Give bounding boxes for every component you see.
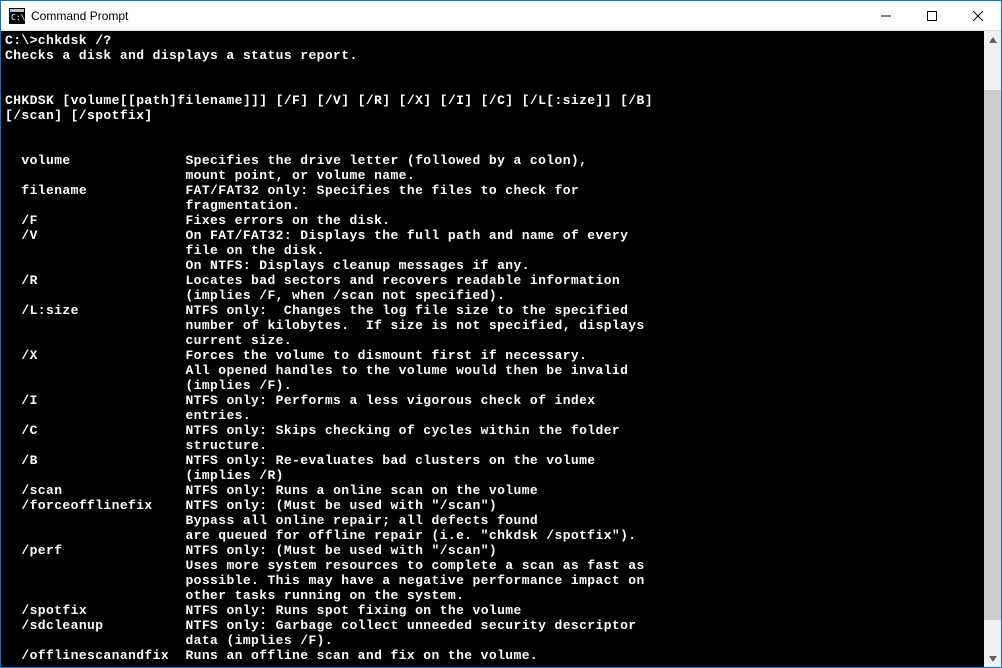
opt-key: /sdcleanup <box>21 618 103 633</box>
opt-desc: NTFS only: Runs spot fixing on the volum… <box>185 603 521 618</box>
terminal-output[interactable]: C:\>chkdsk /? Checks a disk and displays… <box>1 31 984 667</box>
opt-desc: NTFS only: Garbage collect unneeded secu… <box>185 618 636 633</box>
opt-desc: fragmentation. <box>185 198 300 213</box>
opt-desc: NTFS only: Runs a online scan on the vol… <box>185 483 538 498</box>
opt-key: /F <box>21 213 37 228</box>
opt-desc: Fixes errors on the disk. <box>185 213 390 228</box>
cmd-icon: C:\ <box>9 8 25 24</box>
opt-desc: NTFS only: Skips checking of cycles with… <box>185 423 620 438</box>
opt-desc: On FAT/FAT32: Displays the full path and… <box>185 228 628 243</box>
opt-key: /V <box>21 228 37 243</box>
scrollbar-track[interactable] <box>984 48 1001 650</box>
opt-desc: Runs an offline scan and fix on the volu… <box>185 648 538 663</box>
opt-key: /I <box>21 393 37 408</box>
opt-key: volume <box>21 153 70 168</box>
description-line: Checks a disk and displays a status repo… <box>5 48 358 63</box>
opt-desc: current size. <box>185 333 292 348</box>
opt-desc: NTFS only: Changes the log file size to … <box>185 303 628 318</box>
scrollbar-thumb[interactable] <box>984 90 1001 620</box>
opt-desc: NTFS only: (Must be used with "/scan") <box>185 498 497 513</box>
opt-desc: All opened handles to the volume would t… <box>185 363 628 378</box>
syntax-line: CHKDSK [volume[[path]filename]]] [/F] [/… <box>5 93 653 108</box>
window-controls <box>863 1 1001 30</box>
scroll-up-button[interactable] <box>984 31 1001 48</box>
opt-desc: Locates bad sectors and recovers readabl… <box>185 273 620 288</box>
minimize-button[interactable] <box>863 1 909 30</box>
opt-key: /C <box>21 423 37 438</box>
opt-desc: Forces the volume to dismount first if n… <box>185 348 587 363</box>
opt-key: /forceofflinefix <box>21 498 152 513</box>
opt-key: /spotfix <box>21 603 87 618</box>
opt-desc: Uses more system resources to complete a… <box>185 558 644 573</box>
syntax-line: [/scan] [/spotfix] <box>5 108 153 123</box>
prompt-line: C:\>chkdsk /? <box>5 33 112 48</box>
opt-desc: NTFS only: Re-evaluates bad clusters on … <box>185 453 595 468</box>
opt-key: /offlinescanandfix <box>21 648 169 663</box>
opt-desc: NTFS only: Performs a less vigorous chec… <box>185 393 595 408</box>
close-button[interactable] <box>955 1 1001 30</box>
vertical-scrollbar[interactable] <box>984 31 1001 667</box>
opt-key: /L:size <box>21 303 78 318</box>
terminal-container: C:\>chkdsk /? Checks a disk and displays… <box>1 31 1001 667</box>
opt-key: /scan <box>21 483 62 498</box>
opt-desc: structure. <box>185 438 267 453</box>
opt-desc: NTFS only: (Must be used with "/scan") <box>185 543 497 558</box>
opt-desc: data (implies /F). <box>185 633 333 648</box>
opt-desc: On NTFS: Displays cleanup messages if an… <box>185 258 529 273</box>
opt-key: /perf <box>21 543 62 558</box>
opt-desc: FAT/FAT32 only: Specifies the files to c… <box>185 183 579 198</box>
opt-desc: entries. <box>185 408 251 423</box>
opt-desc: Specifies the drive letter (followed by … <box>185 153 587 168</box>
window-title: Command Prompt <box>31 9 863 23</box>
titlebar: C:\ Command Prompt <box>1 1 1001 31</box>
opt-key: /B <box>21 453 37 468</box>
opt-desc: file on the disk. <box>185 243 324 258</box>
svg-text:C:\: C:\ <box>11 13 25 22</box>
opt-desc: mount point, or volume name. <box>185 168 415 183</box>
maximize-button[interactable] <box>909 1 955 30</box>
opt-key: /X <box>21 348 37 363</box>
scroll-down-button[interactable] <box>984 650 1001 667</box>
opt-key: /R <box>21 273 37 288</box>
opt-desc: other tasks running on the system. <box>185 588 464 603</box>
opt-desc: (implies /F). <box>185 378 292 393</box>
opt-desc: number of kilobytes. If size is not spec… <box>185 318 644 333</box>
opt-desc: possible. This may have a negative perfo… <box>185 573 644 588</box>
opt-key: filename <box>21 183 87 198</box>
opt-desc: Bypass all online repair; all defects fo… <box>185 513 538 528</box>
opt-desc: are queued for offline repair (i.e. "chk… <box>185 528 636 543</box>
opt-desc: (implies /R) <box>185 468 283 483</box>
opt-desc: (implies /F, when /scan not specified). <box>185 288 505 303</box>
